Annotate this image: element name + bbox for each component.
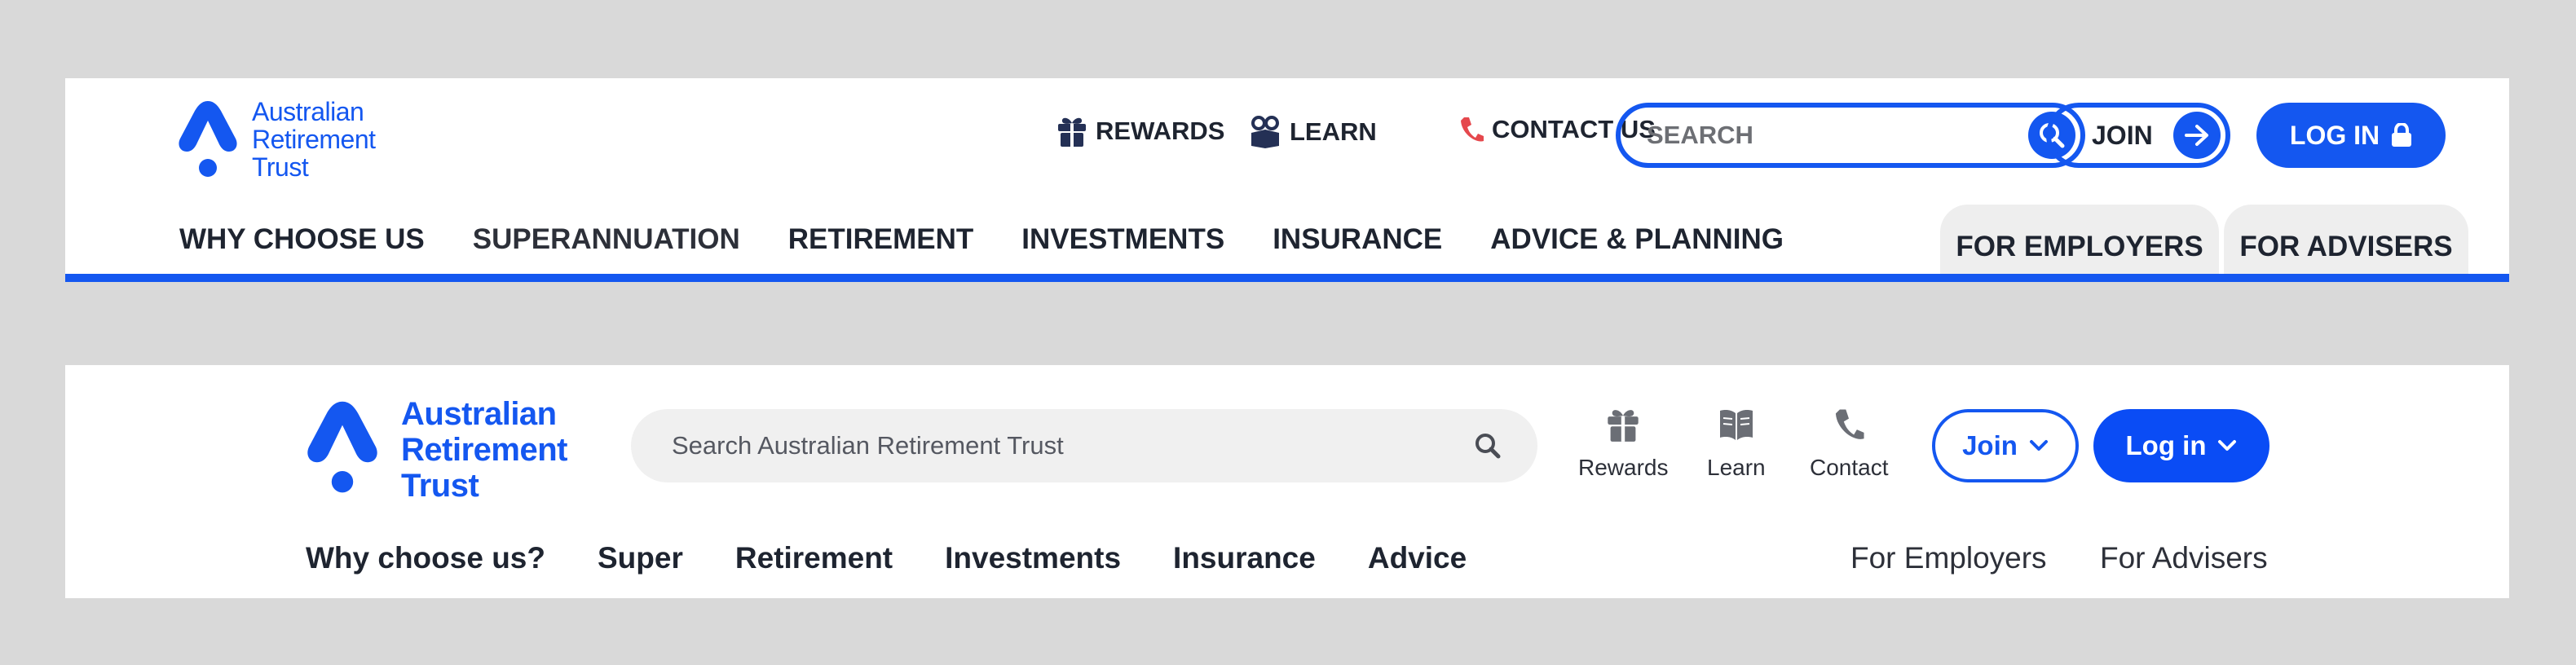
nav-insurance[interactable]: INSURANCE (1273, 223, 1442, 256)
gift-icon (1058, 117, 1086, 147)
rewards-label: Rewards (1578, 455, 1669, 480)
nav-underline (65, 274, 2509, 282)
logo-line-2: Retirement (252, 125, 376, 154)
chevron-down-icon (2218, 440, 2237, 451)
learn-link[interactable]: LEARN (1249, 115, 1377, 149)
link-for-advisers[interactable]: For Advisers (2100, 541, 2268, 575)
logo-line-3: Trust (252, 152, 309, 182)
nav-retirement[interactable]: RETIREMENT (788, 223, 974, 256)
join-button[interactable]: Join (1932, 409, 2079, 482)
logo-line-3: Trust (401, 468, 479, 504)
nav-investments[interactable]: Investments (945, 541, 1121, 575)
nav-insurance[interactable]: Insurance (1173, 541, 1316, 575)
learn-icon (1251, 116, 1279, 148)
logo-line-1: Australian (401, 396, 557, 432)
brand-logo[interactable]: Australian Retirement Trust (175, 98, 376, 181)
log-in-button[interactable]: LOG IN (2256, 103, 2446, 168)
nav-investments[interactable]: INVESTMENTS (1021, 223, 1224, 256)
nav-advice-planning[interactable]: ADVICE & PLANNING (1490, 223, 1784, 256)
log-in-label: LOG IN (2289, 120, 2380, 150)
logo-mark-icon (307, 401, 377, 493)
nav-why-choose-us[interactable]: WHY CHOOSE US (179, 223, 425, 256)
log-in-label: Log in (2125, 430, 2207, 460)
header-legacy: Australian Retirement Trust REWARDS LEAR… (65, 78, 2509, 282)
arrow-right-icon (2185, 125, 2208, 146)
main-nav: WHY CHOOSE US SUPERANNUATION RETIREMENT … (179, 223, 1784, 256)
contact-link[interactable]: Contact (1810, 406, 1889, 481)
tab-for-employers[interactable]: FOR EMPLOYERS (1940, 205, 2219, 282)
search-bar (1616, 103, 2085, 168)
learn-link[interactable]: Learn (1707, 406, 1766, 481)
search-input[interactable] (670, 430, 1474, 461)
header-refresh: Australian Retirement Trust Rewards (65, 365, 2509, 598)
learn-label: LEARN (1290, 117, 1377, 146)
logo-line-1: Australian (252, 97, 364, 126)
nav-super[interactable]: Super (598, 541, 683, 575)
gift-icon (1608, 410, 1639, 442)
nav-why-choose-us[interactable]: Why choose us? (306, 541, 545, 575)
rewards-link[interactable]: Rewards (1578, 406, 1668, 481)
phone-icon (1836, 409, 1864, 439)
search-input[interactable] (1645, 120, 2028, 151)
logo-wordmark: Australian Retirement Trust (401, 396, 567, 504)
nav-advice[interactable]: Advice (1368, 541, 1467, 575)
logo-line-2: Retirement (401, 432, 567, 468)
contact-label: Contact (1810, 455, 1889, 480)
log-in-button[interactable]: Log in (2093, 409, 2269, 482)
join-label: Join (1962, 430, 2018, 460)
rewards-link[interactable]: REWARDS (1056, 115, 1224, 148)
join-arrow (2173, 112, 2221, 159)
search-bar (631, 409, 1537, 482)
search-icon[interactable] (1474, 432, 1502, 460)
learn-label: Learn (1707, 455, 1766, 480)
link-for-employers[interactable]: For Employers (1850, 541, 2047, 575)
brand-logo[interactable]: Australian Retirement Trust (303, 396, 567, 504)
nav-superannuation[interactable]: SUPERANNUATION (473, 223, 740, 256)
rewards-label: REWARDS (1096, 117, 1225, 145)
phone-icon (1461, 117, 1484, 142)
main-nav: Why choose us? Super Retirement Investme… (306, 541, 1467, 575)
chevron-down-icon (2029, 440, 2048, 451)
lock-icon (2392, 123, 2412, 147)
logo-mark-icon (179, 101, 237, 177)
book-icon (1719, 410, 1753, 440)
join-button[interactable]: JOIN (2046, 103, 2230, 168)
logo-wordmark: Australian Retirement Trust (252, 98, 376, 181)
nav-retirement[interactable]: Retirement (735, 541, 893, 575)
join-label: JOIN (2092, 120, 2153, 150)
tab-for-advisers[interactable]: FOR ADVISERS (2224, 205, 2468, 282)
